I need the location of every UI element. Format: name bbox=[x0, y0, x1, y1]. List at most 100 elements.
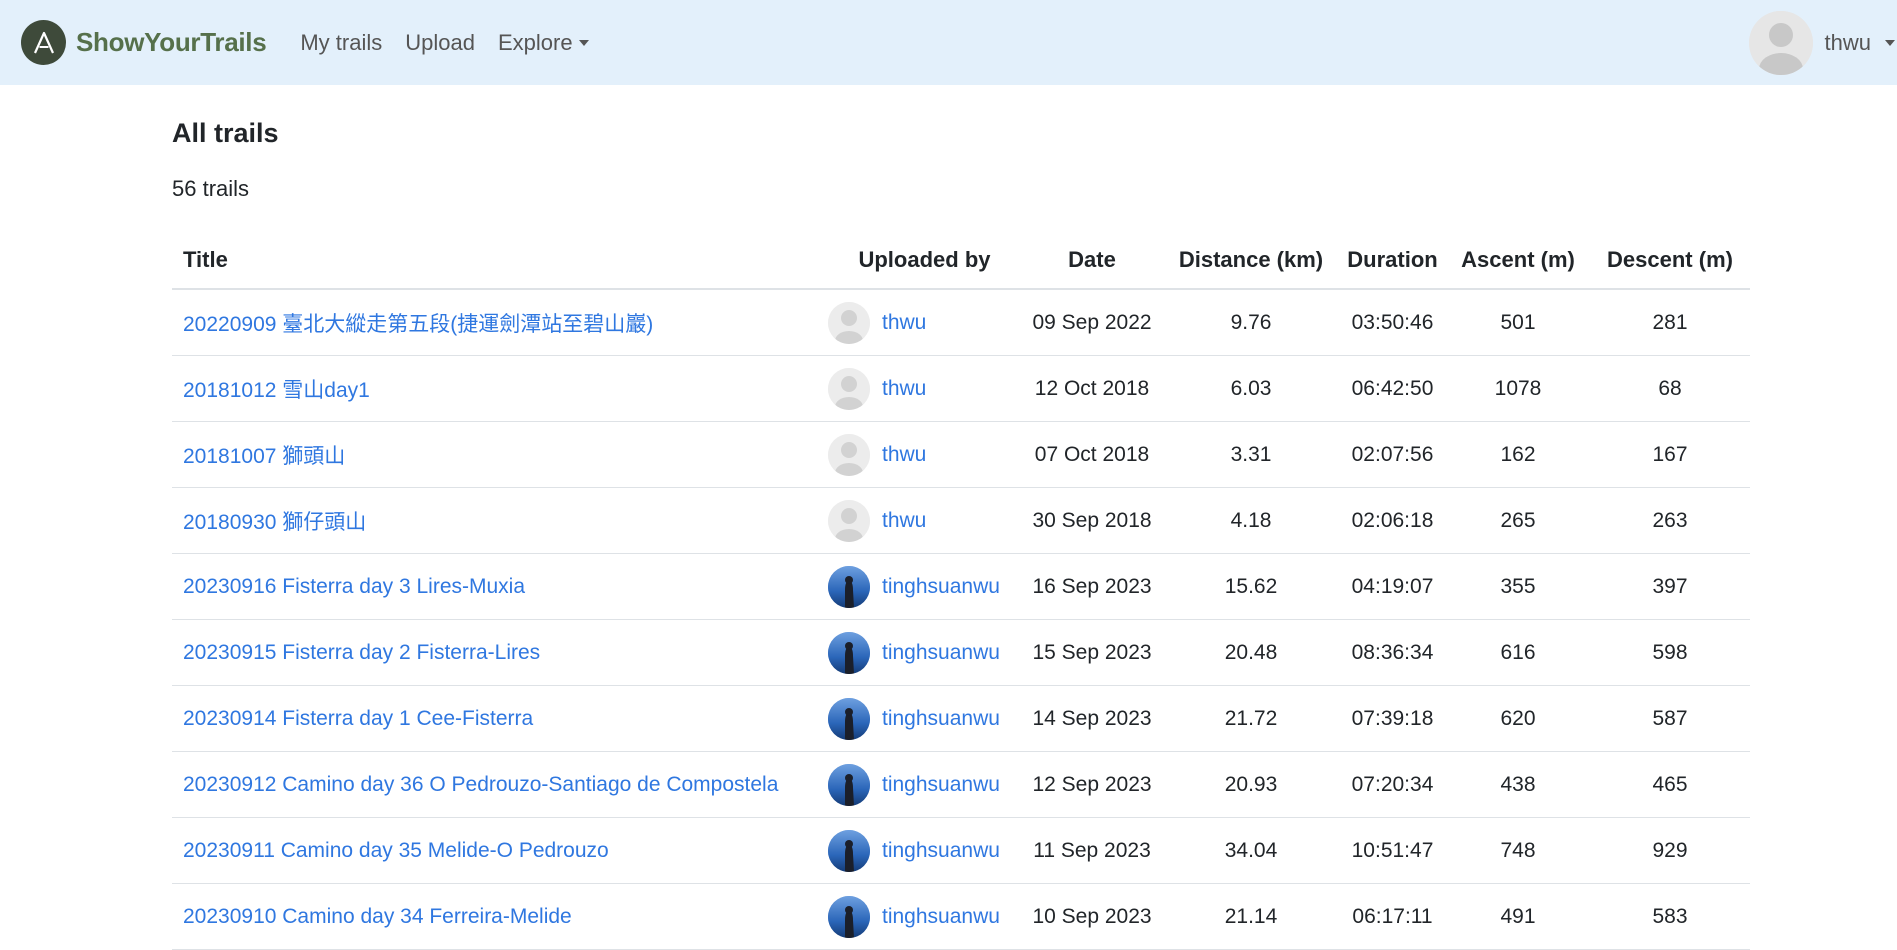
duration-cell: 07:20:34 bbox=[1339, 751, 1446, 818]
descent-cell: 397 bbox=[1590, 553, 1750, 620]
trail-title-cell: 20230912 Camino day 36 O Pedrouzo-Santia… bbox=[172, 751, 828, 818]
uploader-link[interactable]: thwu bbox=[882, 443, 926, 467]
uploaded-by-cell: thwu bbox=[828, 421, 1021, 488]
column-header-ascent[interactable]: Ascent (m) bbox=[1446, 232, 1590, 290]
trails-table: Title Uploaded by Date Distance (km) Dur… bbox=[172, 232, 1750, 950]
ascent-cell: 491 bbox=[1446, 883, 1590, 950]
uploader-avatar bbox=[828, 499, 870, 542]
table-header-row: Title Uploaded by Date Distance (km) Dur… bbox=[172, 232, 1750, 290]
column-header-title[interactable]: Title bbox=[172, 232, 828, 290]
trail-title-link[interactable]: 20181007 獅頭山 bbox=[183, 445, 345, 468]
column-header-duration[interactable]: Duration bbox=[1339, 232, 1446, 290]
distance-cell: 9.76 bbox=[1163, 289, 1339, 356]
uploader-link[interactable]: thwu bbox=[882, 509, 926, 533]
column-header-uploaded-by[interactable]: Uploaded by bbox=[828, 232, 1021, 290]
uploaded-by-cell: tinghsuanwu bbox=[828, 685, 1021, 752]
uploader-avatar bbox=[828, 301, 870, 344]
uploader-link[interactable]: thwu bbox=[882, 377, 926, 401]
mountain-logo-icon bbox=[21, 20, 66, 65]
duration-cell: 07:39:18 bbox=[1339, 685, 1446, 752]
uploader-link[interactable]: tinghsuanwu bbox=[882, 641, 1000, 665]
trail-title-cell: 20230916 Fisterra day 3 Lires-Muxia bbox=[172, 553, 828, 620]
uploader-link[interactable]: tinghsuanwu bbox=[882, 707, 1000, 731]
duration-cell: 04:19:07 bbox=[1339, 553, 1446, 620]
descent-cell: 263 bbox=[1590, 487, 1750, 554]
descent-cell: 281 bbox=[1590, 289, 1750, 356]
uploader: thwu bbox=[828, 301, 1021, 344]
distance-cell: 34.04 bbox=[1163, 817, 1339, 884]
distance-cell: 21.14 bbox=[1163, 883, 1339, 950]
nav-explore-label: Explore bbox=[497, 29, 573, 55]
trail-title-link[interactable]: 20180930 獅仔頭山 bbox=[183, 511, 366, 534]
brand-name: ShowYourTrails bbox=[76, 27, 267, 57]
trail-count: 56 trails bbox=[172, 176, 250, 201]
trail-title-cell: 20230910 Camino day 34 Ferreira-Melide bbox=[172, 883, 828, 950]
trail-title-link[interactable]: 20230915 Fisterra day 2 Fisterra-Lires bbox=[183, 641, 540, 664]
uploader: thwu bbox=[828, 499, 1021, 542]
ascent-cell: 162 bbox=[1446, 421, 1590, 488]
uploaded-by-cell: thwu bbox=[828, 487, 1021, 554]
nav-explore-dropdown[interactable]: Explore bbox=[498, 30, 589, 56]
uploader-avatar bbox=[828, 829, 870, 872]
uploader: tinghsuanwu bbox=[828, 631, 1021, 674]
uploader: tinghsuanwu bbox=[828, 565, 1021, 608]
duration-cell: 03:50:46 bbox=[1339, 289, 1446, 356]
duration-cell: 08:36:34 bbox=[1339, 619, 1446, 686]
uploader-link[interactable]: tinghsuanwu bbox=[882, 905, 1000, 929]
trail-title-link[interactable]: 20181012 雪山day1 bbox=[183, 379, 370, 402]
column-header-distance[interactable]: Distance (km) bbox=[1163, 232, 1339, 290]
trail-title-cell: 20230911 Camino day 35 Melide-O Pedrouzo bbox=[172, 817, 828, 884]
uploader: thwu bbox=[828, 367, 1021, 410]
table-row: 20230911 Camino day 35 Melide-O Pedrouzo… bbox=[172, 817, 1750, 884]
trail-title-cell: 20180930 獅仔頭山 bbox=[172, 487, 828, 554]
trail-title-cell: 20230915 Fisterra day 2 Fisterra-Lires bbox=[172, 619, 828, 686]
uploaded-by-cell: tinghsuanwu bbox=[828, 883, 1021, 950]
date-cell: 30 Sep 2018 bbox=[1021, 487, 1163, 554]
descent-cell: 68 bbox=[1590, 355, 1750, 422]
user-name: thwu bbox=[1824, 29, 1871, 55]
descent-cell: 167 bbox=[1590, 421, 1750, 488]
table-row: 20230915 Fisterra day 2 Fisterra-Lires ti… bbox=[172, 619, 1750, 686]
chevron-down-icon bbox=[578, 39, 589, 46]
uploader: thwu bbox=[828, 433, 1021, 476]
table-row: 20220909 臺北大縱走第五段(捷運劍潭站至碧山巖) thwu 09 Sep 2… bbox=[172, 289, 1750, 356]
distance-cell: 20.93 bbox=[1163, 751, 1339, 818]
column-header-date[interactable]: Date bbox=[1021, 232, 1163, 290]
uploader-avatar bbox=[828, 565, 870, 608]
ascent-cell: 748 bbox=[1446, 817, 1590, 884]
uploader-avatar bbox=[828, 367, 870, 410]
distance-cell: 6.03 bbox=[1163, 355, 1339, 422]
trail-title-link[interactable]: 20230912 Camino day 36 O Pedrouzo-Santia… bbox=[183, 773, 778, 796]
descent-cell: 583 bbox=[1590, 883, 1750, 950]
column-header-descent[interactable]: Descent (m) bbox=[1590, 232, 1750, 290]
date-cell: 12 Sep 2023 bbox=[1021, 751, 1163, 818]
ascent-cell: 265 bbox=[1446, 487, 1590, 554]
date-cell: 09 Sep 2022 bbox=[1021, 289, 1163, 356]
uploader-link[interactable]: thwu bbox=[882, 311, 926, 335]
table-row: 20181007 獅頭山 thwu 07 Oct 2018 3.31 02:07:56 1… bbox=[172, 421, 1750, 488]
date-cell: 07 Oct 2018 bbox=[1021, 421, 1163, 488]
user-menu[interactable]: thwu bbox=[1748, 0, 1897, 85]
main-content: All trails 56 trails Title Uploaded by D… bbox=[172, 85, 1750, 950]
trail-title-link[interactable]: 20230911 Camino day 35 Melide-O Pedrouzo bbox=[183, 839, 609, 862]
date-cell: 10 Sep 2023 bbox=[1021, 883, 1163, 950]
uploaded-by-cell: thwu bbox=[828, 289, 1021, 356]
ascent-cell: 620 bbox=[1446, 685, 1590, 752]
nav-upload[interactable]: Upload bbox=[405, 30, 475, 56]
nav-my-trails[interactable]: My trails bbox=[300, 30, 382, 56]
trail-title-link[interactable]: 20230916 Fisterra day 3 Lires-Muxia bbox=[183, 575, 525, 598]
trail-title-link[interactable]: 20230910 Camino day 34 Ferreira-Melide bbox=[183, 905, 572, 928]
brand-link[interactable]: ShowYourTrails bbox=[21, 20, 267, 65]
ascent-cell: 501 bbox=[1446, 289, 1590, 356]
distance-cell: 4.18 bbox=[1163, 487, 1339, 554]
trail-title-cell: 20220909 臺北大縱走第五段(捷運劍潭站至碧山巖) bbox=[172, 289, 828, 356]
uploader-link[interactable]: tinghsuanwu bbox=[882, 575, 1000, 599]
trail-title-link[interactable]: 20220909 臺北大縱走第五段(捷運劍潭站至碧山巖) bbox=[183, 313, 653, 336]
uploader: tinghsuanwu bbox=[828, 763, 1021, 806]
uploader: tinghsuanwu bbox=[828, 895, 1021, 938]
uploader-avatar bbox=[828, 631, 870, 674]
uploader-link[interactable]: tinghsuanwu bbox=[882, 839, 1000, 863]
uploader-link[interactable]: tinghsuanwu bbox=[882, 773, 1000, 797]
table-row: 20181012 雪山day1 thwu 12 Oct 2018 6.03 06:42:… bbox=[172, 355, 1750, 422]
trail-title-link[interactable]: 20230914 Fisterra day 1 Cee-Fisterra bbox=[183, 707, 533, 730]
